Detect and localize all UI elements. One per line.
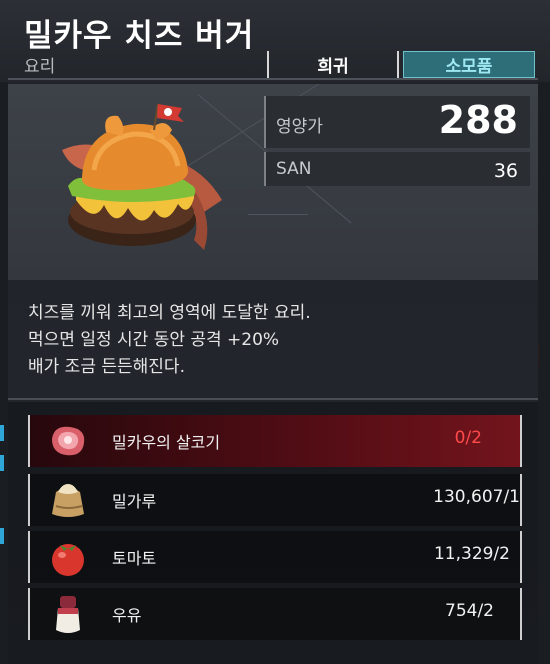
ingredient-count: 754/2	[445, 601, 494, 621]
side-marker	[0, 455, 4, 471]
ingredient-name: 우유	[112, 606, 142, 625]
section-divider	[8, 398, 538, 400]
item-title: 밀카우 치즈 버거	[24, 18, 255, 54]
nutrition-stat: 영양가 288	[264, 96, 530, 148]
ingredient-count: 130,607/1	[433, 487, 520, 507]
decorative-line	[248, 214, 308, 215]
nutrition-value: 288	[438, 98, 518, 142]
san-value: 36	[493, 160, 518, 182]
ingredient-name: 밀카우의 살코기	[112, 433, 221, 452]
header-divider	[8, 78, 538, 80]
tomato-icon	[52, 544, 84, 576]
ingredient-row[interactable]: 토마토 11,329/2	[28, 531, 522, 583]
nutrition-label: 영양가	[276, 117, 323, 137]
ingredient-count: 0/2	[454, 428, 482, 448]
item-type-badge: 소모품	[403, 51, 535, 78]
san-label: SAN	[276, 159, 312, 179]
cheese-burger-image	[62, 103, 222, 250]
item-description: 치즈를 끼워 최고의 영역에 도달한 요리. 먹으면 일정 시간 동안 공격 +…	[28, 300, 528, 381]
description-line: 배가 조금 든든해진다.	[28, 357, 185, 377]
item-category: 요리	[24, 57, 56, 77]
side-marker	[0, 425, 4, 441]
flour-sack-icon	[52, 484, 84, 517]
ingredient-name: 밀가루	[112, 492, 157, 511]
side-marker	[0, 528, 4, 544]
description-line: 먹으면 일정 시간 동안 공격 +20%	[28, 330, 280, 350]
rarity-badge: 희귀	[267, 51, 399, 78]
meat-icon	[52, 426, 85, 456]
ingredient-row[interactable]: 밀가루 130,607/1	[28, 474, 522, 526]
milk-bottle-icon	[56, 596, 80, 633]
description-line: 치즈를 끼워 최고의 영역에 도달한 요리.	[28, 303, 311, 323]
ingredient-count: 11,329/2	[433, 544, 510, 564]
san-stat: SAN 36	[264, 152, 530, 186]
ingredient-name: 토마토	[112, 549, 157, 568]
ingredient-row[interactable]: 밀카우의 살코기 0/2	[28, 415, 522, 467]
ingredient-row[interactable]: 우유 754/2	[28, 588, 522, 640]
